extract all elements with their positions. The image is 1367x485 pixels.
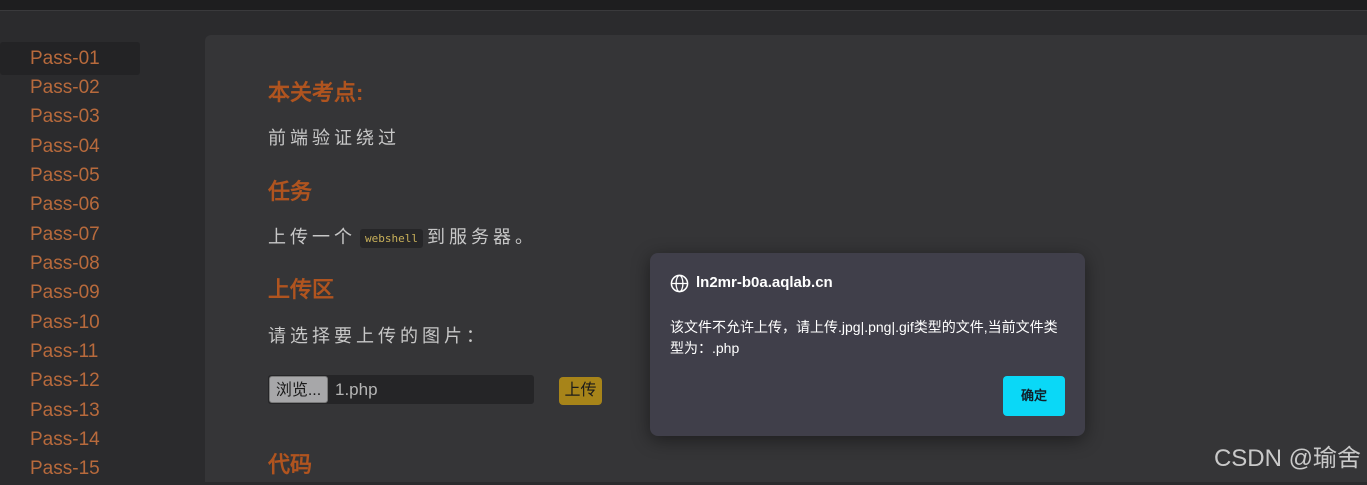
upload-heading: 上传区 [268, 277, 335, 302]
section-heading-point: 本关考点: [268, 80, 364, 105]
top-bar [0, 0, 1367, 11]
task-text-prefix: 上传一个 [268, 227, 356, 247]
dialog-message: 该文件不允许上传，请上传.jpg|.png|.gif类型的文件,当前文件类型为：… [670, 319, 1058, 356]
task-text: 上传一个 webshell 到服务器。 [268, 223, 537, 249]
file-input[interactable]: 浏览... 1.php [268, 375, 534, 404]
alert-dialog: ln2mr-b0a.aqlab.cn 该文件不允许上传，请上传.jpg|.png… [650, 253, 1085, 436]
browse-button[interactable]: 浏览... [269, 376, 328, 403]
sidebar-item-pass-09[interactable]: Pass-09 [0, 276, 140, 309]
upload-prompt: 请选择要上传的图片： [268, 326, 488, 346]
ok-button[interactable]: 确定 [1003, 376, 1065, 416]
upload-button[interactable]: 上传 [559, 377, 602, 405]
code-heading: 代码 [268, 452, 313, 477]
task-code: webshell [360, 228, 423, 248]
dialog-title: ln2mr-b0a.aqlab.cn [696, 274, 833, 291]
globe-icon [670, 274, 689, 293]
task-heading: 任务 [268, 179, 313, 204]
sidebar-item-pass-12[interactable]: Pass-12 [0, 364, 140, 397]
watermark: CSDN @瑜舍 [1213, 445, 1361, 472]
sidebar-item-pass-06[interactable]: Pass-06 [0, 188, 140, 221]
section-point-text: 前端验证绕过 [268, 128, 400, 148]
task-text-suffix: 到服务器。 [426, 227, 537, 247]
selected-file-name: 1.php [335, 380, 378, 399]
sidebar-item-pass-15[interactable]: Pass-15 [0, 452, 140, 485]
sidebar-item-pass-03[interactable]: Pass-03 [0, 100, 140, 133]
